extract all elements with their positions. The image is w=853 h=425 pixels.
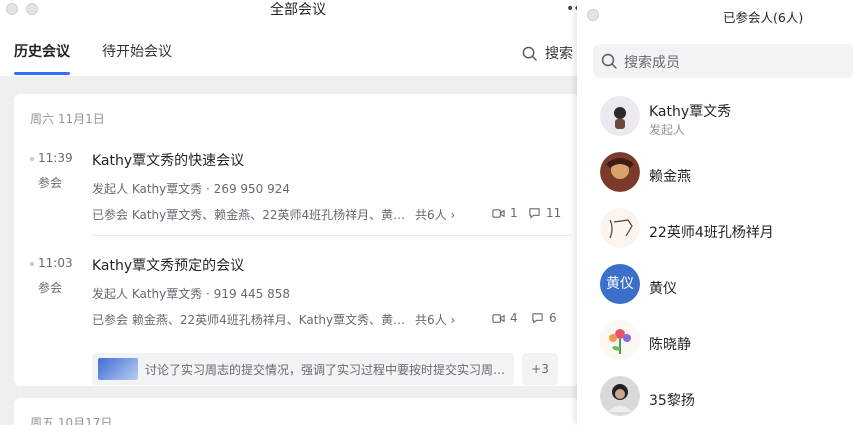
member-name: 黄仪	[649, 281, 677, 297]
recordings-count: 1	[510, 206, 518, 220]
recordings-stat[interactable]: 4	[492, 311, 518, 325]
comments-stat[interactable]: 11	[528, 206, 561, 220]
avatar	[600, 320, 640, 360]
member-item[interactable]: 陈晓静	[600, 320, 850, 364]
recordings-count: 4	[510, 311, 518, 325]
avatar	[600, 376, 640, 416]
meeting-status: 参会	[38, 176, 63, 190]
panel-close-button[interactable]	[587, 9, 599, 21]
member-name: Kathy覃文秀	[649, 104, 732, 120]
video-icon	[492, 313, 505, 323]
meeting-status: 参会	[38, 281, 63, 295]
participants-row[interactable]: 已参会 赖金燕、22英师4班孔杨祥月、Kathy覃文秀、黄… 共6人 ›	[92, 311, 455, 328]
participants-panel: 已参会人(6人) 搜索成员 Kathy覃文秀 发起人 赖金燕 22英师4班孔杨祥…	[577, 0, 853, 425]
chevron-right-icon: ›	[450, 313, 456, 327]
day-group: 周五 10月17日	[14, 398, 600, 425]
member-name: 35黎扬	[649, 393, 695, 409]
meeting-host: 发起人 Kathy覃文秀 · 269 950 924	[92, 182, 291, 196]
member-item[interactable]: Kathy覃文秀 发起人	[600, 96, 850, 140]
tab-history[interactable]: 历史会议	[14, 42, 70, 76]
window-title: 全部会议	[270, 2, 326, 18]
meeting-list: 周六 11月1日 11:39 参会 Kathy覃文秀的快速会议 发起人 Kath…	[0, 76, 600, 425]
member-search-placeholder: 搜索成员	[624, 55, 680, 71]
meetings-window: 全部会议 ••• 历史会议 待开始会议 搜索 周六 11月1日 11:39 参会…	[0, 0, 600, 425]
comment-icon	[529, 208, 540, 219]
day-group: 周六 11月1日 11:39 参会 Kathy覃文秀的快速会议 发起人 Kath…	[14, 94, 600, 386]
member-role: 发起人	[649, 123, 686, 137]
comments-count: 11	[546, 206, 562, 220]
member-item[interactable]: 22英师4班孔杨祥月	[600, 208, 850, 252]
participants-count[interactable]: 共6人	[415, 313, 447, 327]
divider	[92, 235, 572, 236]
meeting-time: 11:39	[38, 151, 73, 165]
group-date: 周六 11月1日	[30, 112, 105, 126]
member-name: 22英师4班孔杨祥月	[649, 225, 774, 241]
search-icon	[601, 53, 617, 69]
chevron-right-icon: ›	[450, 208, 456, 222]
member-item[interactable]: 赖金燕	[600, 152, 850, 196]
group-date: 周五 10月17日	[30, 416, 113, 425]
recordings-stat[interactable]: 1	[492, 206, 518, 220]
member-name: 赖金燕	[649, 169, 691, 185]
member-item[interactable]: 35黎扬	[600, 376, 850, 420]
avatar	[600, 208, 640, 248]
comments-stat[interactable]: 6	[531, 311, 557, 325]
timeline-dot	[30, 262, 34, 266]
participants-row[interactable]: 已参会 Kathy覃文秀、赖金燕、22英师4班孔杨祥月、黄… 共6人 ›	[92, 206, 455, 223]
member-name: 陈晓静	[649, 337, 691, 353]
comment-icon	[532, 313, 543, 324]
timeline-dot	[30, 157, 34, 161]
member-item[interactable]: 黄仪 黄仪	[600, 264, 850, 308]
more-summaries-button[interactable]: +3	[522, 353, 558, 385]
meeting-tabs: 历史会议 待开始会议	[14, 42, 204, 76]
panel-title: 已参会人(6人)	[723, 10, 804, 25]
search-icon	[522, 46, 537, 61]
member-search-input[interactable]: 搜索成员	[593, 44, 853, 78]
summary-text: 讨论了实习周志的提交情况，强调了实习过程中要按时提交实习周…	[145, 363, 506, 377]
meeting-summary[interactable]: 讨论了实习周志的提交情况，强调了实习过程中要按时提交实习周…	[92, 353, 514, 385]
search-button[interactable]: 搜索	[522, 43, 573, 63]
avatar: 黄仪	[600, 264, 640, 304]
avatar	[600, 96, 640, 136]
meeting-title[interactable]: Kathy覃文秀的快速会议	[92, 150, 244, 170]
meeting-host: 发起人 Kathy覃文秀 · 919 445 858	[92, 287, 291, 301]
meeting-title[interactable]: Kathy覃文秀预定的会议	[92, 255, 244, 275]
avatar	[600, 152, 640, 192]
meeting-time: 11:03	[38, 256, 73, 270]
search-label: 搜索	[545, 46, 573, 62]
participants-count[interactable]: 共6人	[415, 208, 447, 222]
comments-count: 6	[549, 311, 557, 325]
tab-upcoming[interactable]: 待开始会议	[102, 42, 172, 76]
summary-thumbnail	[98, 358, 138, 380]
participants-list: 已参会 赖金燕、22英师4班孔杨祥月、Kathy覃文秀、黄…	[92, 313, 406, 327]
title-bar: 全部会议 •••	[0, 0, 600, 22]
participants-list: 已参会 Kathy覃文秀、赖金燕、22英师4班孔杨祥月、黄…	[92, 208, 406, 222]
video-icon	[492, 208, 505, 218]
